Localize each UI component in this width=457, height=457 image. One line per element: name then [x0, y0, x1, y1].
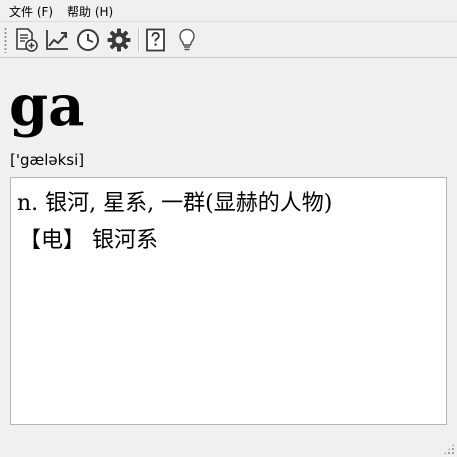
- toolbar: [0, 22, 457, 58]
- toolbar-separator: [138, 28, 140, 52]
- gear-icon: [107, 28, 131, 52]
- line-chart-icon: [46, 30, 68, 50]
- settings-button[interactable]: [106, 27, 132, 53]
- phonetic-transcription: ['gæləksi]: [10, 151, 85, 169]
- add-document-icon: [16, 28, 38, 52]
- clock-icon: [77, 29, 99, 51]
- toolbar-grip[interactable]: [4, 27, 7, 53]
- help-button[interactable]: [143, 27, 169, 53]
- lightbulb-icon: [179, 28, 195, 51]
- add-document-button[interactable]: [13, 27, 39, 53]
- question-mark-icon: [146, 28, 165, 52]
- menu-bar: 文件 (F) 帮助 (H): [0, 0, 457, 22]
- resize-grip[interactable]: [443, 443, 455, 455]
- definition-line: n. 银河, 星系, 一群(显赫的人物): [17, 191, 333, 216]
- statistics-button[interactable]: [44, 27, 70, 53]
- menu-help[interactable]: 帮助 (H): [67, 3, 113, 20]
- definition-line: 【电】 银河系: [19, 228, 158, 253]
- history-button[interactable]: [75, 27, 101, 53]
- definition-panel[interactable]: n. 银河, 星系, 一群(显赫的人物) 【电】 银河系: [10, 177, 447, 425]
- headword: ga: [9, 73, 85, 139]
- menu-file[interactable]: 文件 (F): [9, 3, 53, 20]
- dictionary-window: 文件 (F) 帮助 (H) ga ['gæləksi] n. 银河, 星系, 一…: [0, 0, 457, 457]
- tips-button[interactable]: [174, 27, 200, 53]
